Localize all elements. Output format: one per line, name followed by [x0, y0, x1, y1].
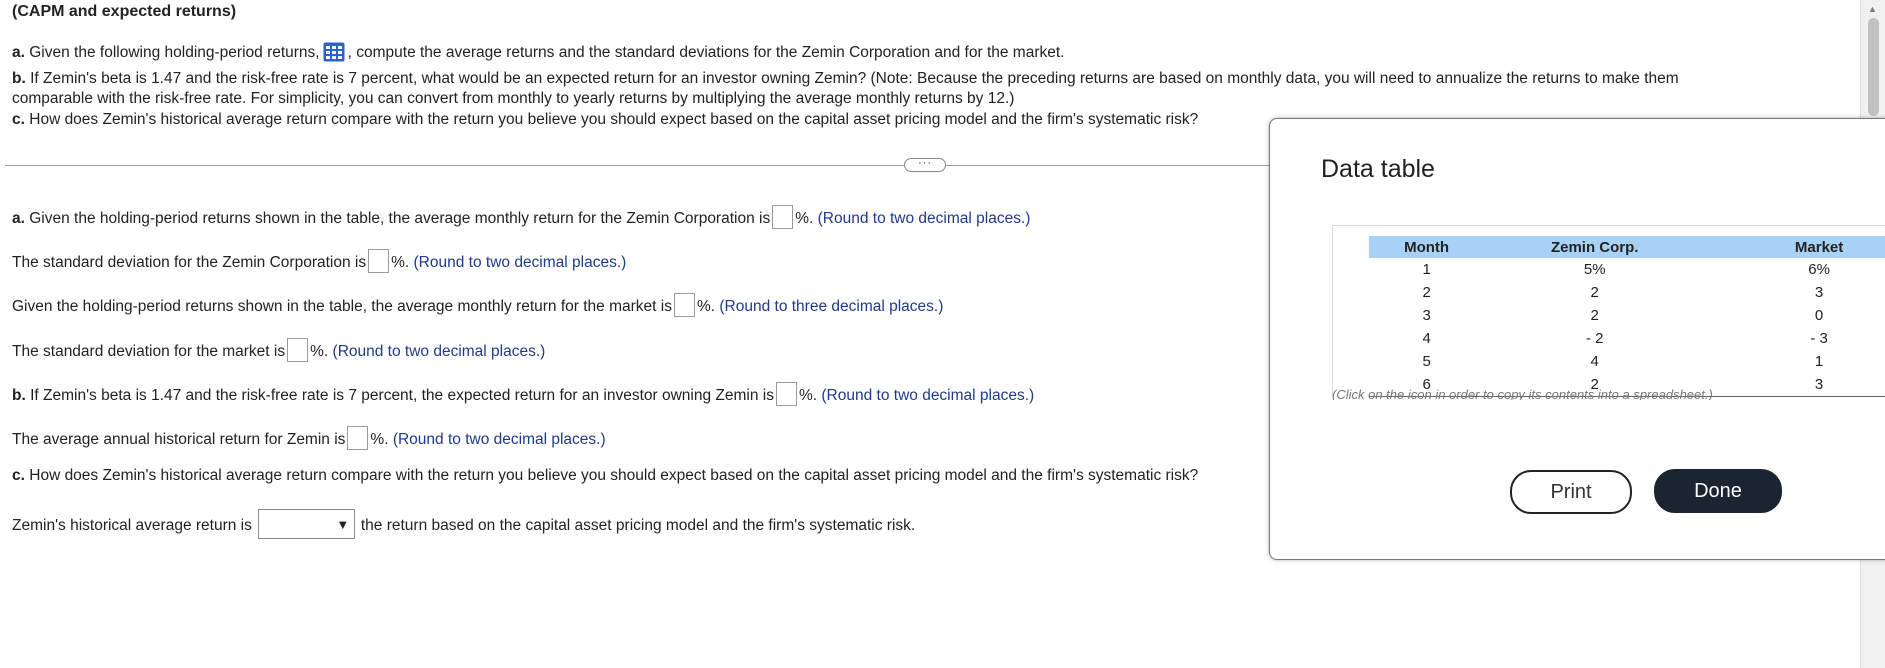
answer-a1-unit: %.	[795, 210, 814, 227]
table-cell: - 3	[1810, 330, 1828, 347]
table-cell: 3	[1422, 307, 1431, 324]
table-row: 3 2 0	[1369, 304, 1885, 327]
answer-c2-text: Zemin's historical average return is	[12, 517, 252, 534]
table-cell: 0	[1814, 307, 1824, 324]
answer-b1-unit: %.	[798, 387, 818, 404]
question-b-text-2: comparable with the risk-free rate. For …	[12, 90, 1015, 107]
zemin-std-dev-input[interactable]	[368, 249, 390, 273]
answer-c1-label: c.	[12, 467, 25, 484]
answer-c2: Zemin's historical average return is ▼ the…	[12, 509, 915, 539]
table-cell: 4	[1590, 353, 1599, 370]
question-c-label: c.	[12, 111, 25, 128]
question-b-label: b.	[12, 70, 26, 87]
answer-b1: b. If Zemin's beta is 1.47 and the risk-…	[12, 382, 1034, 406]
table-row: 2 2 3	[1369, 281, 1885, 304]
answer-c1-text: How does Zemin's historical average retu…	[29, 467, 1199, 484]
answer-a1: a. Given the holding-period returns show…	[12, 205, 1030, 229]
annual-return-input[interactable]	[347, 426, 369, 450]
scrollbar-thumb[interactable]	[1868, 18, 1879, 116]
answer-b2-text: The average annual historical return for…	[12, 431, 346, 448]
answer-b1-hint: (Round to two decimal places.)	[821, 387, 1035, 404]
section-divider	[5, 165, 1270, 166]
table-cell: 5%	[1583, 261, 1606, 278]
answer-b1-label: b.	[12, 387, 26, 404]
answer-a4-unit: %.	[310, 343, 329, 360]
data-table-frame: Month Zemin Corp. Market 1 5% 6% 2 2 3 3…	[1332, 225, 1885, 397]
table-row: 1 5% 6%	[1369, 258, 1885, 281]
table-row: 4 - 2 - 3	[1369, 327, 1885, 350]
expected-return-input[interactable]	[775, 382, 797, 406]
answer-a1-label: a.	[12, 210, 25, 227]
answer-b2: The average annual historical return for…	[12, 426, 606, 450]
question-b-text-1: If Zemin's beta is 1.47 and the risk-fre…	[30, 70, 1679, 87]
question-a-label: a.	[12, 44, 25, 61]
table-cell: 2	[1590, 307, 1599, 324]
market-avg-return-input[interactable]	[673, 293, 695, 317]
expand-handle[interactable]: ···	[904, 158, 946, 172]
table-cell: 4	[1422, 330, 1431, 347]
table-cell: 1	[1814, 353, 1824, 370]
table-cell: 5	[1422, 353, 1431, 370]
zemin-avg-return-input[interactable]	[772, 205, 794, 229]
done-button[interactable]: Done	[1654, 469, 1782, 513]
table-cell: 3	[1814, 284, 1824, 301]
data-table-container: Month Zemin Corp. Market 1 5% 6% 2 2 3 3…	[1332, 225, 1885, 400]
table-cell: 3	[1705, 373, 1885, 397]
answer-a2-text: The standard deviation for the Zemin Cor…	[12, 254, 367, 271]
answer-a4-hint: (Round to two decimal places.)	[332, 343, 546, 360]
question-a-text-1: Given the following holding-period retur…	[29, 44, 320, 61]
question-a-text-2: , compute the average returns and the st…	[347, 44, 1065, 61]
spreadsheet-icon[interactable]	[323, 42, 345, 62]
ellipsis-icon: ···	[918, 157, 932, 169]
market-std-dev-input[interactable]	[287, 338, 309, 362]
caret-down-icon: ▼	[336, 516, 350, 532]
answer-b1-text: If Zemin's beta is 1.47 and the risk-fre…	[30, 387, 774, 404]
answer-a3-unit: %.	[696, 298, 716, 315]
dialog-title: Data table	[1321, 155, 1435, 183]
print-button[interactable]: Print	[1510, 470, 1632, 514]
question-c-text: How does Zemin's historical average retu…	[29, 111, 1199, 128]
answer-a4: The standard deviation for the market is…	[12, 338, 545, 362]
answer-c1: c. How does Zemin's historical average r…	[12, 467, 1198, 485]
table-footnote: (Click on the icon in order to copy its …	[1332, 387, 1713, 400]
column-header-month: Month	[1369, 236, 1485, 258]
answer-a1-hint: (Round to two decimal places.)	[817, 210, 1031, 227]
answer-a3-text: Given the holding-period returns shown i…	[12, 298, 672, 315]
answer-b2-hint: (Round to two decimal places.)	[392, 431, 606, 448]
data-table: Month Zemin Corp. Market 1 5% 6% 2 2 3 3…	[1369, 236, 1885, 397]
column-header-zemin: Zemin Corp.	[1484, 236, 1706, 258]
answer-a3: Given the holding-period returns shown i…	[12, 293, 943, 317]
table-cell: - 2	[1585, 330, 1604, 347]
table-row: 5 4 1	[1369, 350, 1885, 373]
answer-c2-tail: the return based on the capital asset pr…	[360, 517, 916, 534]
question-a: a. Given the following holding-period re…	[12, 42, 1064, 62]
answer-a2-hint: (Round to two decimal places.)	[413, 254, 627, 271]
data-table-dialog: Data table Month Zemin Corp. Market 1 5%…	[1269, 118, 1885, 560]
table-header-row: Month Zemin Corp. Market	[1369, 236, 1885, 258]
answer-a2: The standard deviation for the Zemin Cor…	[12, 249, 626, 273]
question-c: c. How does Zemin's historical average r…	[12, 111, 1198, 129]
table-cell: 1	[1422, 261, 1431, 278]
column-header-market: Market	[1705, 236, 1885, 258]
question-b: b. If Zemin's beta is 1.47 and the risk-…	[12, 70, 1679, 88]
answer-a4-text: The standard deviation for the market is	[12, 343, 286, 360]
comparison-select[interactable]: ▼	[257, 509, 355, 539]
table-cell: 6%	[1808, 261, 1830, 278]
table-cell: 2	[1590, 284, 1599, 301]
answer-a1-text: Given the holding-period returns shown i…	[29, 210, 771, 227]
answer-a3-hint: (Round to three decimal places.)	[719, 298, 944, 315]
table-cell: 2	[1422, 284, 1431, 301]
answer-a2-unit: %.	[391, 254, 410, 271]
answer-b2-unit: %.	[370, 431, 389, 448]
scroll-up-icon[interactable]: ▲	[1868, 4, 1877, 14]
page-title: (CAPM and expected returns)	[12, 3, 237, 20]
